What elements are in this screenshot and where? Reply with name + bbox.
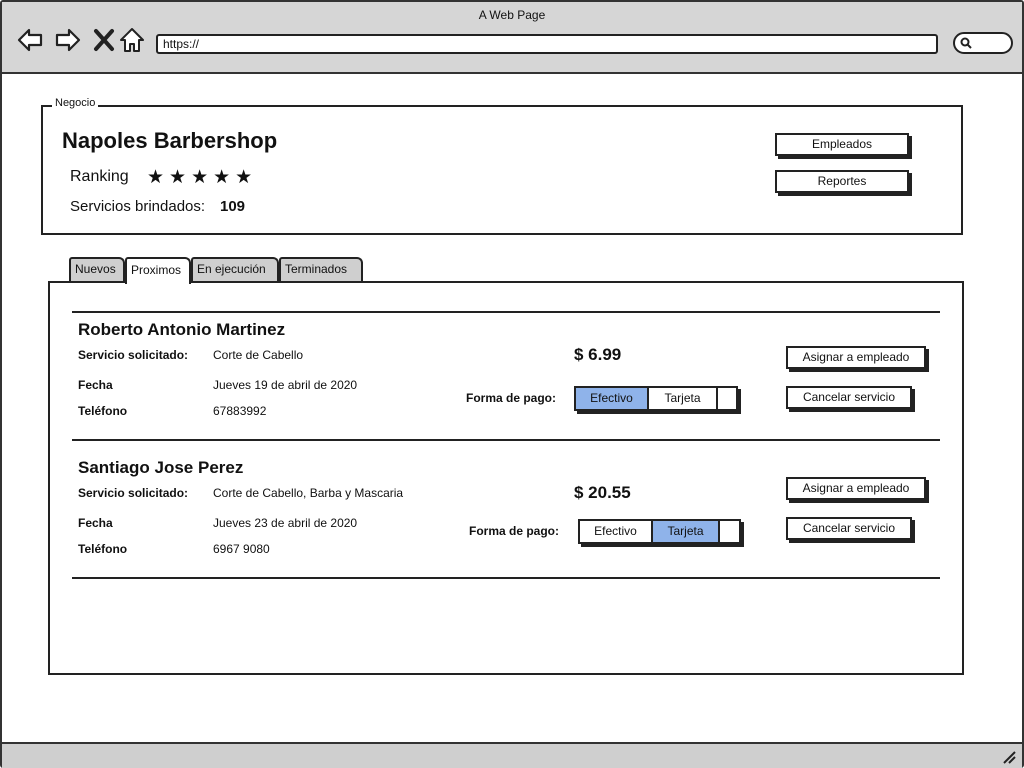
phone-label: Teléfono [78, 404, 128, 418]
browser-toolbar: A Web Page https:// [2, 2, 1022, 74]
payment-label: Forma de pago: [466, 391, 557, 405]
business-legend: Negocio [52, 97, 99, 109]
payment-option-card[interactable]: Tarjeta [653, 521, 720, 542]
customer-name: Roberto Antonio Martinez [78, 320, 286, 339]
stop-icon[interactable] [90, 26, 118, 54]
price: $ 20.55 [574, 483, 631, 502]
payment-selector: Efectivo Tarjeta [574, 386, 738, 411]
home-icon[interactable] [118, 26, 146, 54]
tab-terminados[interactable]: Terminados [279, 257, 363, 282]
price: $ 6.99 [574, 345, 622, 364]
payment-option-empty[interactable] [718, 388, 736, 409]
browser-search-box[interactable] [953, 32, 1013, 54]
resize-grip-icon[interactable] [1002, 750, 1016, 764]
divider [72, 311, 940, 313]
service-value: Corte de Cabello [213, 348, 304, 362]
divider [72, 439, 940, 441]
browser-window: A Web Page https:// Negocio Napoles Barb… [0, 0, 1024, 768]
phone-value: 6967 9080 [213, 542, 270, 556]
divider [72, 577, 940, 579]
address-bar[interactable]: https:// [156, 34, 938, 54]
payment-selector: Efectivo Tarjeta [578, 519, 741, 544]
reports-button[interactable]: Reportes [775, 170, 909, 193]
forward-icon[interactable] [54, 26, 82, 54]
tab-proximos[interactable]: Proximos [125, 257, 191, 284]
window-title: A Web Page [478, 8, 546, 22]
status-bar [2, 742, 1022, 768]
address-text: https:// [163, 37, 200, 51]
business-name: Napoles Barbershop [62, 128, 278, 153]
assign-employee-button[interactable]: Asignar a empleado [786, 346, 926, 369]
date-label: Fecha [78, 516, 113, 530]
tab-en-ejecucion[interactable]: En ejecución [191, 257, 279, 282]
cancel-service-button[interactable]: Cancelar servicio [786, 386, 912, 409]
tab-nuevos[interactable]: Nuevos [69, 257, 125, 282]
date-value: Jueves 23 de abril de 2020 [213, 516, 358, 530]
back-icon[interactable] [16, 26, 44, 54]
payment-option-card[interactable]: Tarjeta [649, 388, 718, 409]
date-value: Jueves 19 de abril de 2020 [213, 378, 358, 392]
customer-name: Santiago Jose Perez [78, 458, 244, 477]
payment-option-empty[interactable] [720, 521, 739, 542]
date-label: Fecha [78, 378, 113, 392]
ranking-stars: ★★★★★ [147, 167, 258, 188]
payment-option-cash[interactable]: Efectivo [580, 521, 653, 542]
service-value: Corte de Cabello, Barba y Mascaria [213, 486, 404, 500]
payment-option-cash[interactable]: Efectivo [576, 388, 649, 409]
service-label: Servicio solicitado: [78, 486, 189, 500]
phone-value: 67883992 [213, 404, 267, 418]
payment-label: Forma de pago: [469, 524, 560, 538]
cancel-service-button[interactable]: Cancelar servicio [786, 517, 912, 540]
employees-button[interactable]: Empleados [775, 133, 909, 156]
service-label: Servicio solicitado: [78, 348, 189, 362]
assign-employee-button[interactable]: Asignar a empleado [786, 477, 926, 500]
ranking-label: Ranking [70, 168, 129, 185]
services-label: Servicios brindados: [70, 198, 206, 215]
search-icon [960, 37, 972, 49]
services-count: 109 [220, 198, 246, 215]
phone-label: Teléfono [78, 542, 128, 556]
